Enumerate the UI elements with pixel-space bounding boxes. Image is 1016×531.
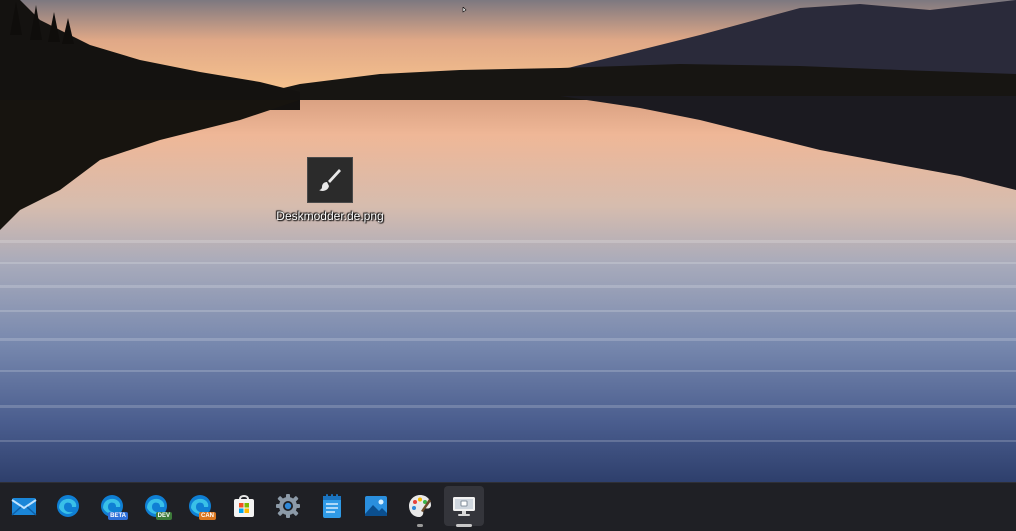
taskbar-store[interactable] [224,486,264,526]
active-indicator [456,524,472,527]
taskbar: BETA DEV CAN [0,482,1016,531]
edge-icon [57,495,79,517]
notepad-icon [323,494,341,518]
taskbar-edge-dev[interactable]: DEV [136,486,176,526]
taskbar-photos[interactable] [356,486,396,526]
edge-canary-badge: CAN [199,512,216,520]
monitor-icon [453,497,475,516]
taskbar-settings[interactable] [268,486,308,526]
paintbrush-icon [307,157,353,203]
wallpaper-lake-sunset [0,0,1016,482]
taskbar-paint[interactable] [400,486,440,527]
taskbar-edge-beta[interactable]: BETA [92,486,132,526]
gear-icon [276,494,300,518]
running-indicator [417,524,423,527]
edge-beta-badge: BETA [108,512,128,520]
store-icon [234,495,254,517]
taskbar-edge-canary[interactable]: CAN [180,486,220,526]
desktop-icon-deskmodder-png[interactable]: Deskmodder.de.png [272,157,388,223]
mouse-cursor-icon [462,0,472,18]
edge-dev-badge: DEV [155,512,172,520]
taskbar-notepad[interactable] [312,486,352,526]
mail-icon [11,498,37,516]
taskbar-remote-desktop[interactable] [444,486,484,527]
paint-icon [409,495,431,517]
taskbar-edge[interactable] [48,486,88,526]
desktop-icon-label: Deskmodder.de.png [276,209,384,223]
desktop[interactable]: Deskmodder.de.png [0,0,1016,482]
taskbar-mail[interactable] [4,486,44,526]
photos-icon [365,496,387,516]
